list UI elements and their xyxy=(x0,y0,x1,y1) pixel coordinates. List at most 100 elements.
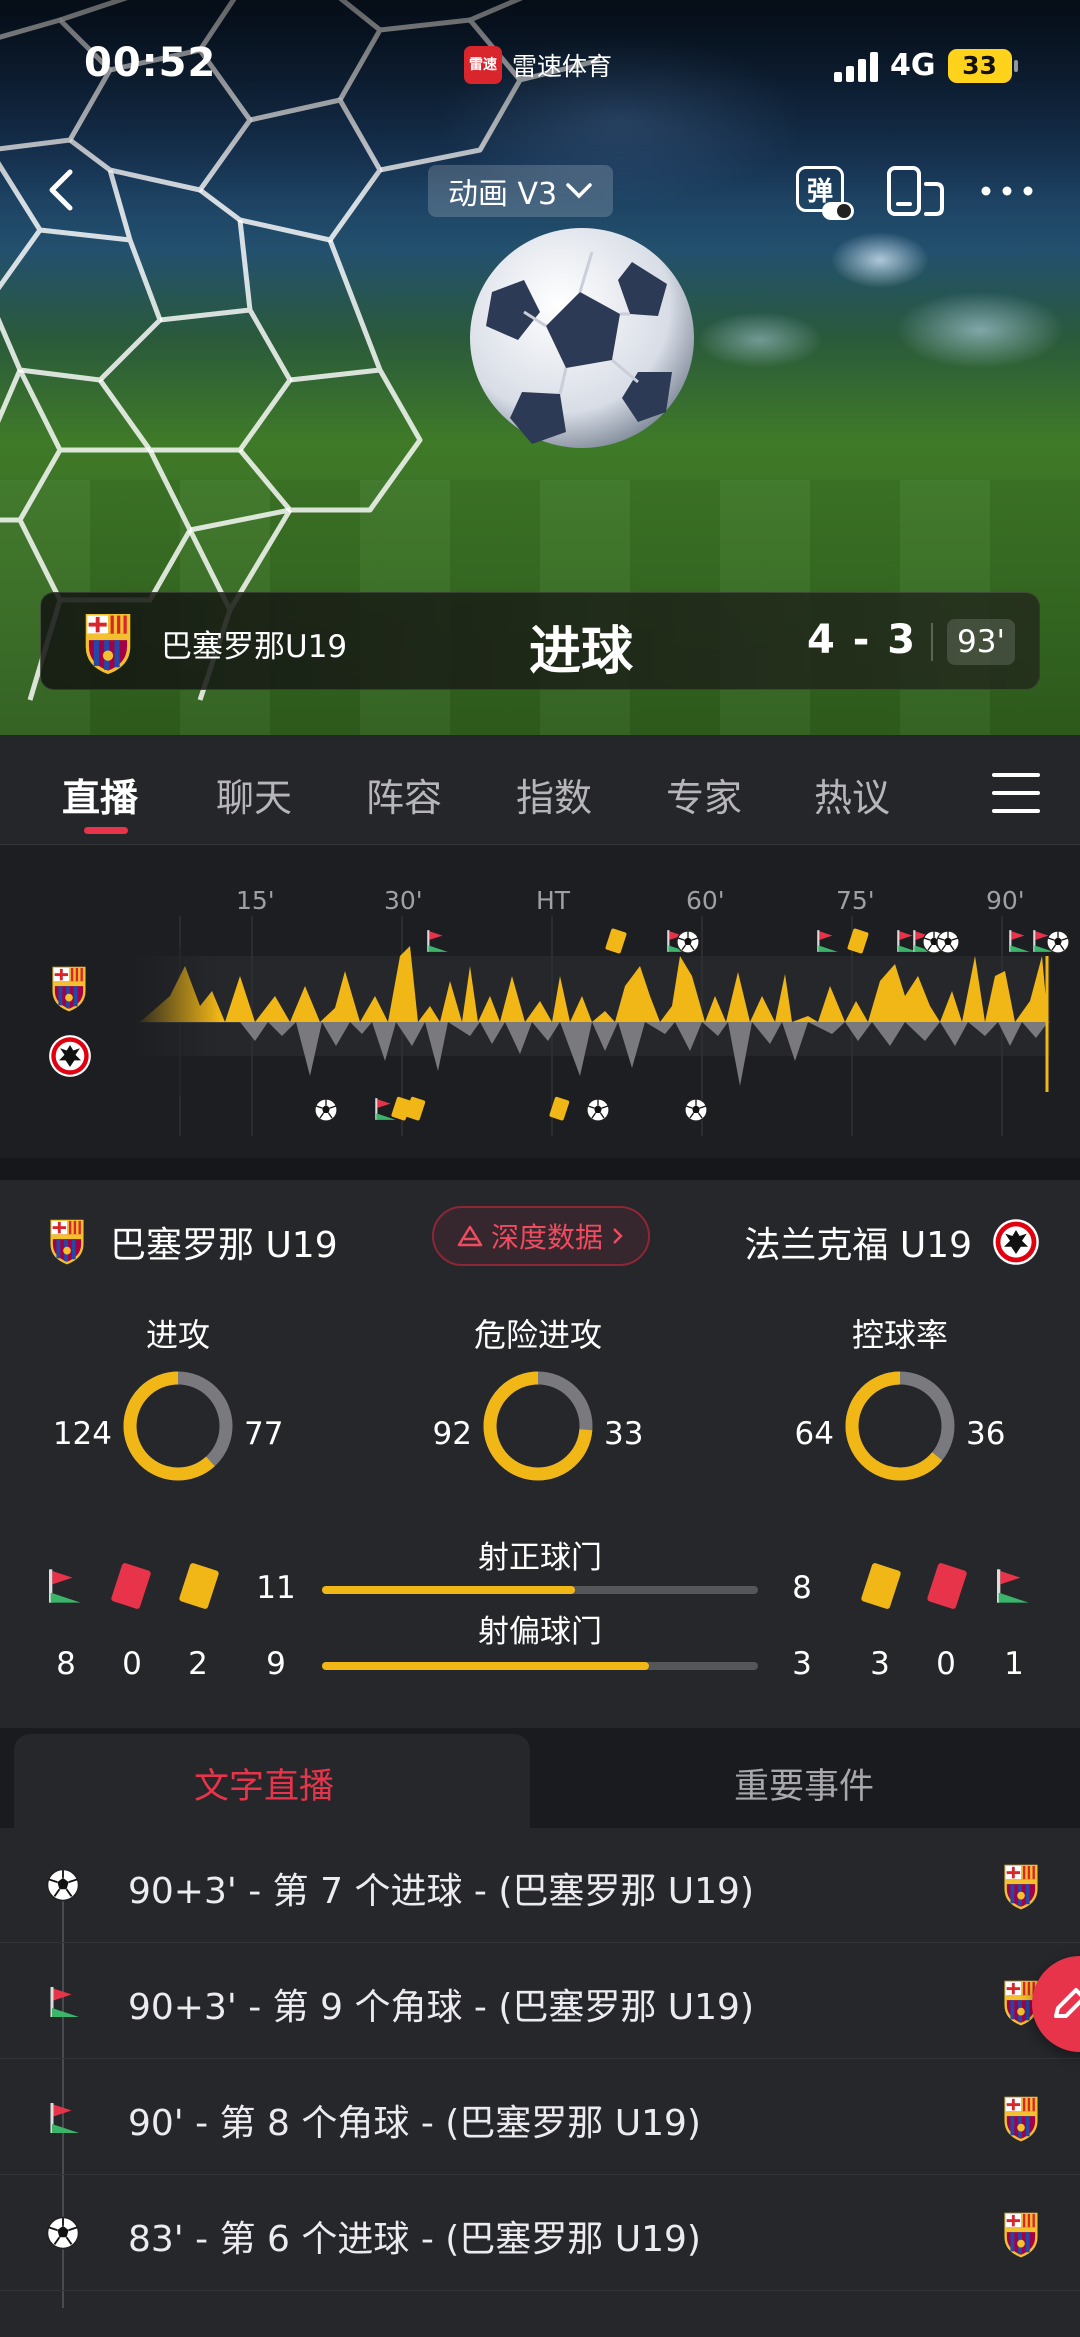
goal-banner: 巴塞罗那U19 进球 4 - 3 93' xyxy=(40,592,1040,690)
status-app-indicator: 雷速 雷速体育 xyxy=(464,46,612,84)
yellow-card-icon xyxy=(178,1562,220,1610)
shots-off-home: 9 xyxy=(266,1646,286,1682)
shots-on-away: 8 xyxy=(792,1570,812,1606)
ring-possession-away: 36 xyxy=(966,1416,1006,1452)
ring-possession-title: 控球率 xyxy=(851,1316,948,1354)
battery-icon: 33 xyxy=(947,48,1018,83)
away-red-count: 0 xyxy=(936,1646,956,1682)
ring-attack-title: 进攻 xyxy=(145,1316,210,1354)
corner-flag-icon xyxy=(46,2100,82,2136)
shots-on-home: 11 xyxy=(256,1570,296,1606)
ring-possession-home: 64 xyxy=(794,1416,834,1452)
shots-off-fill xyxy=(322,1662,649,1670)
app-logo: 雷速 xyxy=(464,46,502,84)
shots-on-label: 射正球门 xyxy=(478,1540,602,1576)
signal-icon xyxy=(834,50,878,82)
danmu-toggle-button[interactable]: 弹 xyxy=(792,160,854,222)
animation-version-dropdown[interactable]: 动画 V3 xyxy=(428,165,614,217)
danmu-switch xyxy=(822,202,854,220)
corner-flag-icon xyxy=(42,1566,86,1606)
ball-icon xyxy=(46,1868,80,1902)
ring-dangerous-away: 33 xyxy=(604,1416,644,1452)
menu-icon[interactable] xyxy=(992,773,1040,813)
chevron-right-icon xyxy=(613,1228,623,1244)
ring-attack: 进攻 124 77 xyxy=(48,1310,308,1510)
shots-on-fill xyxy=(322,1586,575,1594)
barcelona-crest-icon xyxy=(1000,2096,1042,2142)
text-live-list: 90+3' - 第 7 个进球 - (巴塞罗那 U19) 90+3' - 第 9… xyxy=(0,1828,1080,2337)
match-minute: 93' xyxy=(947,619,1015,665)
event-text: 90+3' - 第 7 个进球 - (巴塞罗那 U19) xyxy=(128,1871,755,1912)
nav-actions: 弹 xyxy=(792,160,1038,222)
status-bar: 00:52 雷速 雷速体育 4G 33 xyxy=(0,0,1080,130)
tab-chat[interactable]: 聊天 xyxy=(216,767,292,822)
back-arrow-icon[interactable] xyxy=(44,168,80,212)
shots-on-bar xyxy=(322,1586,758,1594)
ring-attack-donut xyxy=(123,1371,233,1481)
ring-attack-home: 124 xyxy=(52,1416,112,1452)
event-sub-tabs: 文字直播 重要事件 xyxy=(0,1728,1080,1828)
tab-expert[interactable]: 专家 xyxy=(666,767,742,822)
red-card-icon xyxy=(110,1562,152,1610)
eintracht-crest-icon xyxy=(992,1218,1040,1266)
tab-lineup[interactable]: 阵容 xyxy=(366,767,442,822)
more-icon[interactable] xyxy=(976,160,1038,222)
away-team-header: 法兰克福 U19 xyxy=(744,1216,1040,1268)
match-tabs: 直播 聊天 阵容 指数 专家 热议 xyxy=(0,735,1080,845)
corner-flag-icon xyxy=(990,1566,1034,1606)
network-type: 4G xyxy=(890,48,936,83)
soccer-ball-graphic xyxy=(470,228,694,448)
list-item[interactable]: 83' - 第 6 个进球 - (巴塞罗那 U19) xyxy=(0,2176,1080,2291)
deep-data-label: 深度数据 xyxy=(490,1221,603,1254)
ring-dangerous-home: 92 xyxy=(432,1416,472,1452)
pencil-icon xyxy=(1054,1988,1080,2018)
barcelona-crest-icon xyxy=(46,1219,88,1265)
ring-possession: 控球率 64 36 xyxy=(770,1310,1030,1510)
event-text: 90+3' - 第 9 个角球 - (巴塞罗那 U19) xyxy=(128,1987,755,2028)
animation-version-label: 动画 V3 xyxy=(448,177,558,212)
ball-icon xyxy=(46,2216,80,2250)
ring-dangerous-donut xyxy=(483,1371,593,1481)
score-separator xyxy=(931,623,933,661)
ring-possession-donut xyxy=(845,1371,955,1481)
tab-discussion[interactable]: 热议 xyxy=(814,767,890,822)
tab-live[interactable]: 直播 xyxy=(62,767,138,822)
status-right: 4G 33 xyxy=(834,48,1018,83)
list-item[interactable]: 90+3' - 第 7 个进球 - (巴塞罗那 U19) xyxy=(0,1828,1080,1943)
red-card-icon xyxy=(926,1562,968,1610)
goal-event-label: 进球 xyxy=(529,622,634,682)
warning-triangle-icon xyxy=(457,1225,483,1247)
tab-odds[interactable]: 指数 xyxy=(516,767,592,822)
screen-rotate-icon[interactable] xyxy=(884,160,946,222)
home-red-count: 0 xyxy=(122,1646,142,1682)
barcelona-crest-icon xyxy=(1000,1864,1042,1910)
chevron-down-icon xyxy=(566,183,592,199)
shots-off-away: 3 xyxy=(792,1646,812,1682)
ring-attack-away: 77 xyxy=(244,1416,284,1452)
event-text: 90' - 第 8 个角球 - (巴塞罗那 U19) xyxy=(128,2103,701,2144)
away-yellow-count: 3 xyxy=(870,1646,890,1682)
away-corners-count: 1 xyxy=(1004,1646,1024,1682)
sub-tab-text-live[interactable]: 文字直播 xyxy=(194,1758,334,1809)
corner-flag-icon xyxy=(46,1984,82,2020)
deep-data-button[interactable]: 深度数据 xyxy=(432,1206,650,1266)
goal-team-name: 巴塞罗那U19 xyxy=(161,629,348,665)
home-team-header: 巴塞罗那 U19 xyxy=(46,1216,338,1268)
shots-off-bar xyxy=(322,1662,758,1670)
home-team-name: 巴塞罗那 U19 xyxy=(110,1225,338,1266)
barcelona-crest-icon xyxy=(1000,2212,1042,2258)
sub-tab-key-events[interactable]: 重要事件 xyxy=(734,1758,874,1809)
ring-dangerous-title: 危险进攻 xyxy=(473,1316,602,1354)
event-text: 83' - 第 6 个进球 - (巴塞罗那 U19) xyxy=(128,2219,701,2260)
shots-off-label: 射偏球门 xyxy=(478,1614,602,1650)
status-app-name: 雷速体育 xyxy=(512,52,613,81)
list-item[interactable]: 90' - 第 8 个角球 - (巴塞罗那 U19) xyxy=(0,2060,1080,2175)
ring-dangerous-attack: 危险进攻 92 33 xyxy=(408,1310,668,1510)
barcelona-crest-icon xyxy=(79,613,137,675)
home-yellow-count: 2 xyxy=(188,1646,208,1682)
match-stats: 巴塞罗那 U19 深度数据 法兰克福 U19 进攻 124 77 危险进攻 92… xyxy=(0,1180,1080,1728)
match-score: 4 - 3 xyxy=(807,617,918,663)
status-time: 00:52 xyxy=(84,40,217,86)
section-divider xyxy=(0,1158,1080,1180)
list-item[interactable]: 90+3' - 第 9 个角球 - (巴塞罗那 U19) xyxy=(0,1944,1080,2059)
